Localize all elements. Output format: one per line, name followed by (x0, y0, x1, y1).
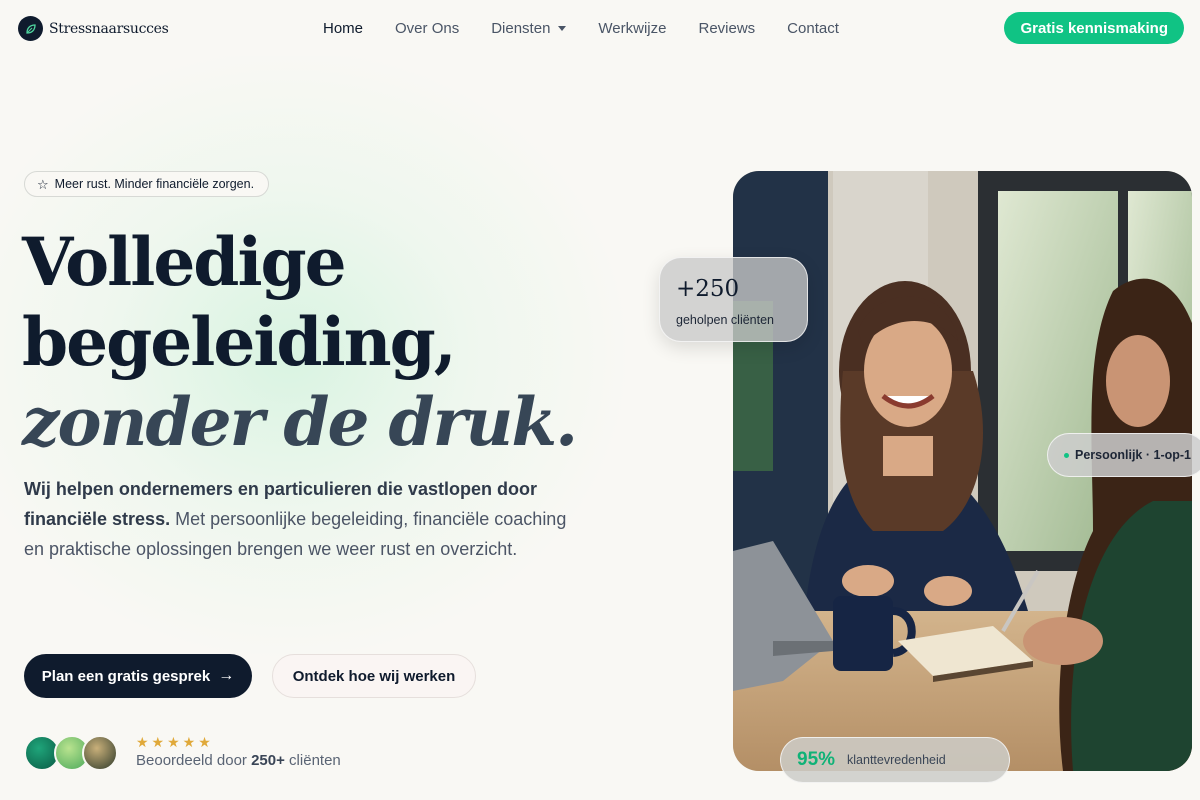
avatar (82, 735, 118, 771)
client-avatars (24, 735, 124, 773)
rating-text: Beoordeeld door 250+ cliënten (136, 752, 341, 769)
nav-link-home[interactable]: Home (323, 20, 363, 37)
satisfaction-stat-card: 95% klanttevredenheid (780, 737, 1010, 783)
rating-prefix: Beoordeeld door (136, 752, 252, 769)
personal-badge-label: Persoonlijk · 1-op-1 (1075, 448, 1191, 462)
plan-free-call-label: Plan een gratis gesprek (41, 667, 211, 685)
arrow-right-icon: → (218, 667, 235, 684)
rating-stars: ★★★★★ (136, 734, 214, 750)
rating-count: 250+ (251, 752, 285, 769)
chevron-down-icon (558, 25, 567, 31)
headline-line-3: zonder de druk. (22, 383, 578, 461)
hero-badge-text: Meer rust. Minder financiële zorgen. (54, 177, 255, 191)
hero-headline: Volledige begeleiding, zonder de druk. (22, 222, 682, 462)
star-outline-icon: ☆ (37, 176, 49, 192)
clients-count: +250 (676, 276, 740, 302)
satisfaction-percent: 95% (797, 749, 836, 770)
satisfaction-label: klanttevredenheid (847, 753, 946, 767)
leaf-icon (18, 16, 43, 41)
hero-lead-paragraph: Wij helpen ondernemers en particulieren … (24, 474, 584, 564)
plan-free-call-button[interactable]: Plan een gratis gesprek → (24, 654, 252, 698)
nav-link-diensten[interactable]: Diensten (491, 19, 567, 37)
nav-link-contact[interactable]: Contact (787, 20, 839, 37)
brand-logo-link[interactable]: Stressnaarsucces (18, 16, 169, 41)
top-navigation: Stressnaarsucces Home Over Ons Diensten … (0, 0, 1200, 56)
free-intro-button[interactable]: Gratis kennismaking (1004, 12, 1184, 44)
nav-link-diensten-label: Diensten (491, 19, 551, 37)
nav-link-werkwijze[interactable]: Werkwijze (598, 20, 666, 37)
brand-name: Stressnaarsucces (49, 20, 169, 37)
personal-badge: Persoonlijk · 1-op-1 (1047, 433, 1200, 477)
clients-label: geholpen cliënten (676, 313, 774, 327)
nav-links: Home Over Ons Diensten Werkwijze Reviews… (323, 0, 839, 56)
nav-link-over-ons[interactable]: Over Ons (395, 20, 459, 37)
discover-how-we-work-button[interactable]: Ontdek hoe wij werken (272, 654, 476, 698)
clients-stat-card: +250 geholpen cliënten (659, 257, 808, 342)
status-dot-icon (1064, 452, 1069, 458)
headline-line-2: begeleiding, (22, 303, 457, 381)
nav-link-reviews[interactable]: Reviews (698, 20, 755, 37)
rating-suffix: cliënten (284, 752, 341, 769)
headline-line-1: Volledige (22, 223, 347, 301)
hero-badge: ☆ Meer rust. Minder financiële zorgen. (24, 171, 270, 197)
